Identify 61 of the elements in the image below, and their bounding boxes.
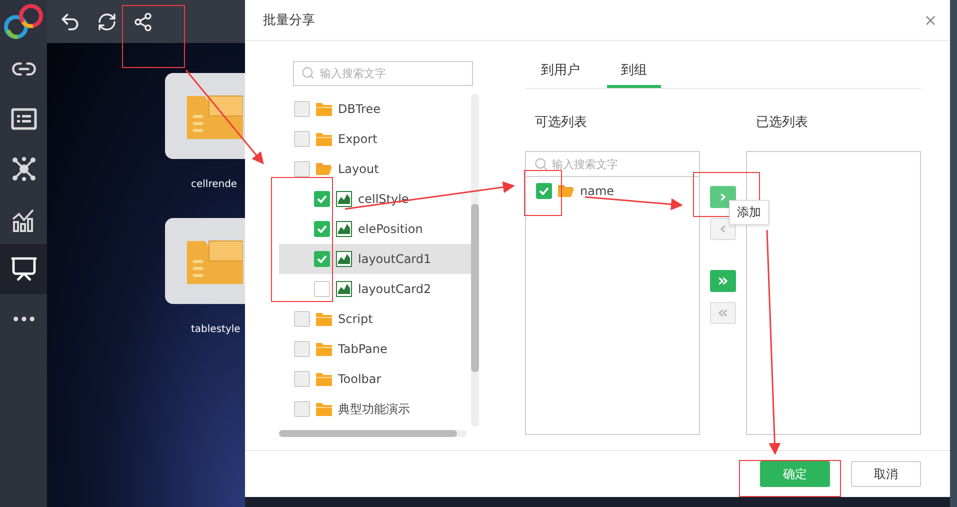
cancel-button[interactable]: 取消 [851,461,921,487]
checkbox[interactable] [294,161,310,177]
checkbox[interactable] [294,341,310,357]
scrollbar[interactable] [471,94,479,427]
folder-icon [187,93,243,139]
checkbox[interactable] [294,131,310,147]
card-label: cellrende [191,179,238,190]
tree-item[interactable]: Layout [279,154,471,184]
refresh-icon[interactable] [97,12,117,32]
checkbox[interactable] [294,401,310,417]
tree-item[interactable]: layoutCard1 [279,244,471,274]
tree-item[interactable]: DBTree [279,94,471,124]
tab[interactable]: 到组 [607,61,661,88]
dialog-title: 批量分享 [263,12,315,29]
chart-image-icon [336,221,352,237]
sidebar-item[interactable] [0,244,47,294]
checkbox[interactable] [314,281,330,297]
checkbox[interactable] [536,183,552,199]
checkbox[interactable] [294,311,310,327]
presentation-icon[interactable] [10,255,38,283]
check-icon [317,225,327,233]
back-icon[interactable] [59,10,81,32]
annotation-box [524,170,562,216]
chart-image-icon [336,191,352,207]
folder-icon [187,238,243,284]
list-title: 已选列表 [755,114,809,132]
tree-item[interactable]: cellStyle [279,184,471,214]
annotation-box [693,172,760,217]
check-icon [317,255,327,263]
tree-item[interactable]: Toolbar [279,364,471,394]
list-item[interactable]: name [526,177,699,205]
check-icon [539,187,549,195]
tree-item[interactable]: Script [279,304,471,334]
tooltip: 添加 [729,200,769,225]
tab[interactable]: 到用户 [527,61,594,88]
card-label: tablestyle [191,324,242,335]
tree-item[interactable]: TabPane [279,334,471,364]
tree-item[interactable]: 典型功能演示 [279,394,471,424]
list-title: 可选列表 [534,114,588,132]
scrollbar[interactable] [279,430,467,437]
folder-card[interactable] [165,73,245,159]
tree-item[interactable]: elePosition [279,214,471,244]
checkbox[interactable] [294,101,310,117]
search-icon [301,66,315,80]
open-folder-icon [558,184,574,198]
tree-item[interactable]: layoutCard2 [279,274,471,304]
checkbox[interactable] [314,191,330,207]
tree-item[interactable]: Export [279,124,471,154]
checkbox[interactable] [314,251,330,267]
checkbox[interactable] [294,371,310,387]
chart-image-icon [336,281,352,297]
form-icon[interactable] [10,108,36,130]
checkbox[interactable] [314,221,330,237]
search-field[interactable]: 输入搜索文字 [293,61,473,86]
chart-image-icon [336,251,352,267]
check-icon [317,195,327,203]
logo-icon [3,2,43,42]
network-icon[interactable] [10,156,36,182]
annotation-box [122,5,185,68]
share-icon[interactable] [133,12,153,32]
search-icon [534,157,548,171]
